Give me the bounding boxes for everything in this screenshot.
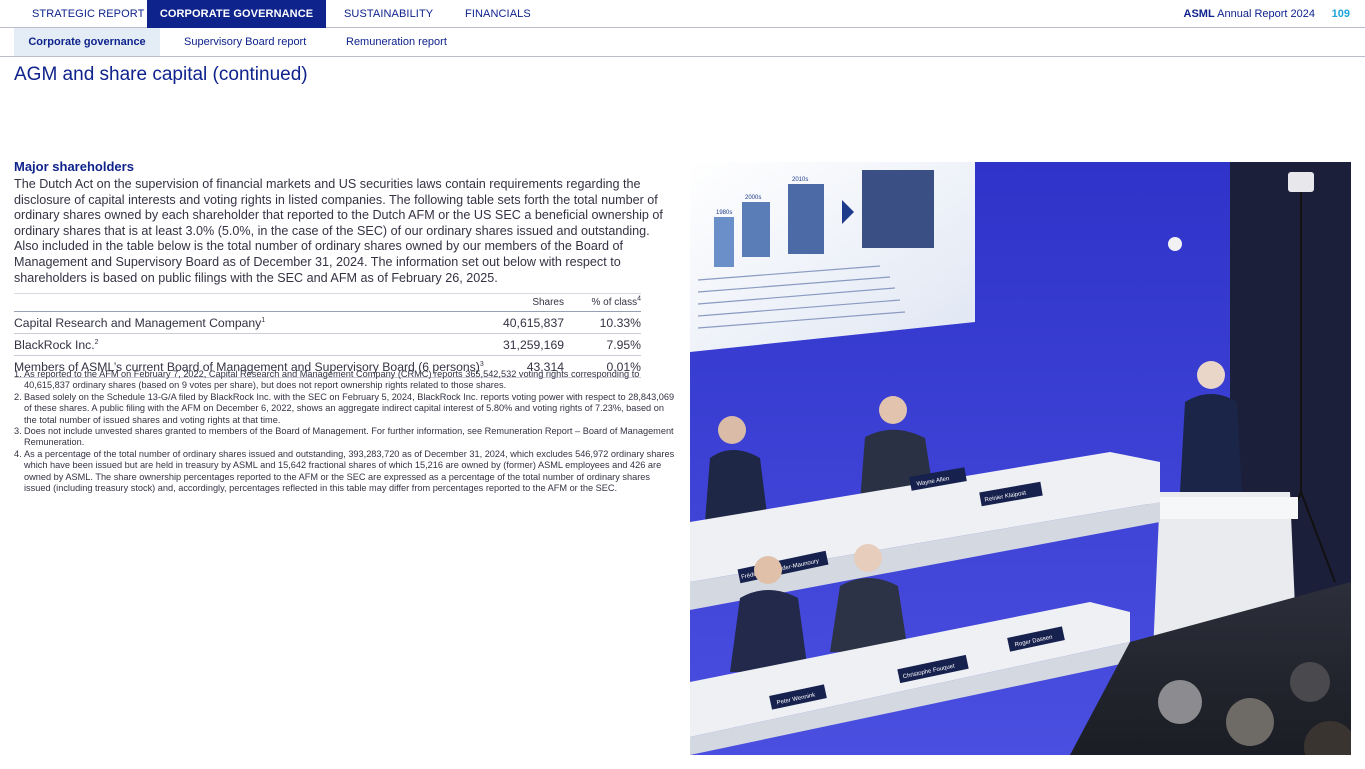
speaker-suit: [1180, 394, 1242, 492]
subtab-remuneration-report[interactable]: Remuneration report: [346, 28, 466, 56]
panelist-head: [854, 544, 882, 572]
panelist-head: [718, 416, 746, 444]
footnote-number: 2.: [14, 391, 22, 402]
subtab-supervisory-board-report[interactable]: Supervisory Board report: [184, 28, 324, 56]
section-body: The Dutch Act on the supervision of fina…: [14, 177, 663, 285]
sub-navigation: Corporate governance Supervisory Board r…: [0, 28, 1365, 57]
footnote-item: 1. As reported to the AFM on February 7, …: [14, 369, 676, 392]
table-header-percent-label: % of class: [591, 297, 638, 308]
camera-icon: [1288, 172, 1314, 192]
footnote-number: 4.: [14, 448, 22, 459]
footnote-item: 4. As a percentage of the total number of…: [14, 449, 676, 495]
shareholder-footnote-ref: 3: [479, 360, 484, 368]
screen-image-block: [742, 202, 770, 257]
page-number: 109: [1331, 8, 1350, 20]
ceiling-camera-icon: [1168, 237, 1182, 251]
lectern-top: [1148, 497, 1298, 519]
footnote-item: 3. Does not include unvested shares grant…: [14, 426, 676, 449]
table-row: BlackRock Inc.2 31,259,169 7.95%: [14, 333, 641, 356]
table-row: Capital Research and Management Company1…: [14, 311, 641, 334]
agm-photo-illustration: 1980s 2000s 2010s Wayne Allen Reinier Kl…: [690, 162, 1351, 755]
panelist-suit: [730, 590, 808, 672]
shareholder-name-text: Capital Research and Management Company: [14, 315, 262, 330]
table-header-percent-note: 4: [637, 295, 641, 303]
footnote-text: Based solely on the Schedule 13-G/A file…: [24, 391, 675, 425]
tab-strategic-report[interactable]: STRATEGIC REPORT: [14, 0, 147, 28]
shareholder-percent: 7.95%: [564, 333, 641, 356]
table-header-percent: % of class4: [564, 293, 641, 312]
footnote-number: 3.: [14, 426, 22, 437]
panelist-head: [754, 556, 782, 584]
audience-head: [1290, 662, 1330, 702]
shareholder-name: BlackRock Inc.2: [14, 333, 484, 356]
audience-head: [1226, 698, 1274, 746]
screen-label: 2010s: [792, 177, 808, 183]
shareholder-shares: 40,615,837: [484, 311, 564, 334]
top-navigation: STRATEGIC REPORT CORPORATE GOVERNANCE SU…: [0, 0, 1365, 28]
subtab-corporate-governance[interactable]: Corporate governance: [14, 28, 160, 56]
screen-image-block: [714, 217, 734, 267]
screen-team-photo: [862, 170, 934, 248]
footnote-text: As reported to the AFM on February 7, 20…: [24, 369, 640, 391]
table-header-row: Shares % of class4: [14, 293, 641, 312]
report-brand: ASML: [1183, 8, 1215, 20]
shareholder-footnote-ref: 1: [261, 316, 266, 324]
shareholder-name-text: BlackRock Inc.: [14, 337, 95, 352]
footnote-number: 1.: [14, 369, 22, 379]
table-header-shares: Shares: [484, 293, 564, 312]
report-name: Annual Report 2024: [1217, 8, 1315, 20]
footnotes: 1. As reported to the AFM on February 7, …: [14, 369, 676, 494]
tab-financials[interactable]: FINANCIALS: [465, 0, 545, 28]
tab-corporate-governance[interactable]: CORPORATE GOVERNANCE: [147, 0, 326, 28]
speaker-head: [1197, 361, 1225, 389]
page-title: AGM and share capital (continued): [14, 64, 308, 85]
panelist-head: [879, 396, 907, 424]
report-title: ASML Annual Report 2024: [1184, 0, 1315, 28]
shareholder-name: Capital Research and Management Company1: [14, 311, 484, 334]
footnote-text: As a percentage of the total number of o…: [24, 448, 675, 494]
table-header-holder: [14, 293, 484, 312]
section-heading: Major shareholders: [14, 159, 134, 174]
agm-photo: 1980s 2000s 2010s Wayne Allen Reinier Kl…: [690, 162, 1351, 755]
shareholders-table: Shares % of class4 Capital Research and …: [14, 293, 641, 378]
audience-head: [1158, 680, 1202, 724]
shareholder-percent: 10.33%: [564, 311, 641, 334]
screen-label: 2000s: [745, 195, 761, 201]
footnote-item: 2. Based solely on the Schedule 13-G/A fi…: [14, 392, 676, 426]
shareholder-shares: 31,259,169: [484, 333, 564, 356]
screen-image-block: [788, 184, 824, 254]
screen-label: 1980s: [716, 210, 732, 216]
tab-sustainability[interactable]: SUSTAINABILITY: [344, 0, 454, 28]
footnote-text: Does not include unvested shares granted…: [24, 426, 674, 448]
shareholder-footnote-ref: 2: [94, 338, 99, 346]
